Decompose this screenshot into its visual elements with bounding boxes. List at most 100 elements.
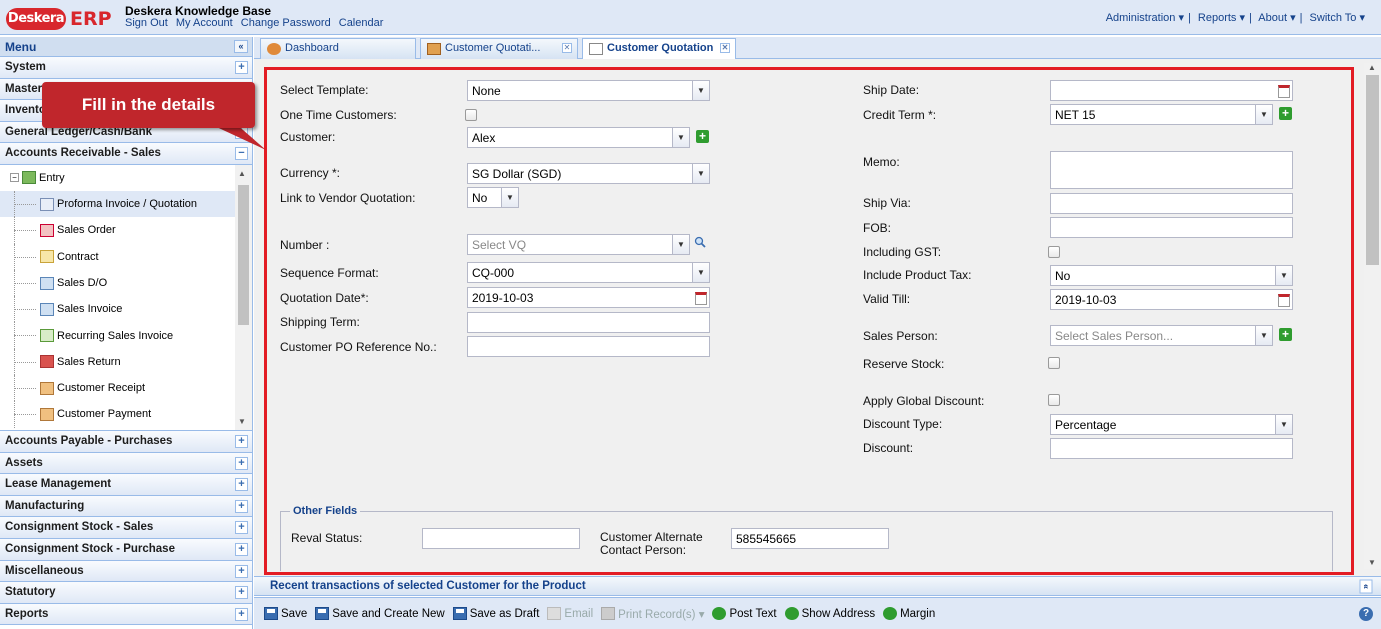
save-icon: [264, 607, 278, 620]
section-manufacturing[interactable]: Manufacturing +: [0, 495, 252, 518]
section-label: Reports: [5, 607, 49, 620]
tree-item-customer-receipt[interactable]: Customer Receipt: [0, 375, 252, 402]
expand-icon[interactable]: +: [235, 586, 248, 600]
tree-item-sales-do[interactable]: Sales D/O: [0, 269, 252, 297]
switch-to-menu[interactable]: Switch To ▾: [1310, 12, 1365, 24]
close-tab-icon[interactable]: ✕: [562, 43, 572, 53]
show-address-label: Show Address: [801, 607, 876, 620]
change-password-link[interactable]: Change Password: [241, 17, 331, 29]
sign-out-link[interactable]: Sign Out: [125, 17, 168, 29]
scroll-up-icon[interactable]: ▲: [1368, 63, 1376, 72]
proforma-icon: [40, 197, 54, 211]
section-system[interactable]: System +: [0, 57, 252, 79]
print-records-button[interactable]: Print Record(s) ▾: [601, 607, 704, 621]
administration-menu[interactable]: Administration ▾: [1106, 12, 1184, 24]
scroll-up-icon[interactable]: ▲: [238, 169, 246, 178]
about-menu[interactable]: About ▾: [1258, 12, 1295, 24]
tab-strip: Dashboard Customer Quotati... ✕ Customer…: [254, 37, 1381, 60]
expand-icon[interactable]: +: [235, 61, 248, 74]
app-title: Deskera Knowledge Base: [125, 4, 272, 18]
tab-customer-quotation-list[interactable]: Customer Quotati... ✕: [420, 38, 578, 59]
scroll-thumb[interactable]: [1366, 75, 1379, 265]
recurring-invoice-icon: [40, 329, 54, 343]
expand-icon[interactable]: +: [235, 456, 248, 470]
section-accounts-payable[interactable]: Accounts Payable - Purchases +: [0, 430, 252, 453]
tree-scrollbar[interactable]: ▲ ▼: [235, 164, 252, 430]
section-consignment-sales[interactable]: Consignment Stock - Sales +: [0, 517, 252, 539]
deskera-logo[interactable]: Deskera ERP: [6, 8, 114, 30]
section-label: Manufacturing: [5, 499, 85, 512]
my-account-link[interactable]: My Account: [176, 17, 233, 29]
tree-collapse-icon[interactable]: −: [10, 173, 19, 183]
sales-invoice-icon: [40, 302, 54, 316]
section-label: Statutory: [5, 586, 56, 599]
expand-icon[interactable]: +: [235, 607, 248, 621]
show-address-button[interactable]: Show Address: [784, 607, 876, 620]
tree-item-label: Customer Receipt: [57, 382, 146, 395]
post-text-button[interactable]: Post Text: [712, 607, 777, 620]
save-label: Save: [281, 607, 308, 620]
tab-customer-quotation[interactable]: Customer Quotation ✕: [582, 38, 736, 60]
scroll-down-icon[interactable]: ▼: [1368, 558, 1376, 567]
tab-label: Customer Quotati...: [445, 42, 541, 54]
add-circle-icon: [712, 607, 727, 620]
tree-item-sales-return[interactable]: Sales Return: [0, 348, 252, 376]
tree-item-customer-payment[interactable]: Customer Payment: [0, 401, 252, 428]
sales-return-icon: [40, 355, 54, 369]
close-tab-icon[interactable]: ✕: [720, 43, 730, 53]
collapse-sidebar-button[interactable]: «: [234, 40, 248, 53]
menu-header: Menu «: [0, 37, 252, 57]
tree-item-label: Sales D/O: [57, 277, 108, 289]
add-circle-icon: [784, 607, 799, 620]
expand-icon[interactable]: +: [235, 564, 248, 578]
section-consignment-purchase[interactable]: Consignment Stock - Purchase +: [0, 538, 252, 561]
expand-icon[interactable]: +: [235, 499, 248, 513]
save-button[interactable]: Save: [264, 607, 307, 620]
expand-up-icon[interactable]: «: [1359, 579, 1373, 594]
save-create-new-button[interactable]: Save and Create New: [315, 607, 445, 620]
section-statutory[interactable]: Statutory +: [0, 582, 252, 604]
document-icon: [589, 43, 603, 55]
tree-item-proforma-invoice[interactable]: Proforma Invoice / Quotation: [0, 190, 252, 218]
section-reports[interactable]: Reports +: [0, 603, 252, 626]
email-label: Email: [564, 607, 594, 620]
save-as-draft-button[interactable]: Save as Draft: [452, 607, 539, 620]
bottom-toolbar: Save Save and Create New Save as Draft E…: [254, 597, 1381, 629]
expand-icon[interactable]: +: [235, 521, 248, 535]
section-miscellaneous[interactable]: Miscellaneous +: [0, 560, 252, 583]
form-scrollbar[interactable]: ▲ ▼: [1364, 63, 1381, 569]
expand-icon[interactable]: +: [235, 542, 248, 556]
tree-item-sales-order[interactable]: Sales Order: [0, 217, 252, 244]
margin-button[interactable]: Margin: [883, 607, 935, 620]
tree-item-contract[interactable]: Contract: [0, 243, 252, 270]
section-label: Accounts Receivable - Sales: [5, 147, 161, 160]
tab-dashboard[interactable]: Dashboard: [260, 38, 416, 59]
section-label: Lease Management: [5, 478, 112, 491]
margin-label: Margin: [900, 607, 936, 620]
email-button[interactable]: Email: [547, 607, 593, 620]
section-assets[interactable]: Assets +: [0, 452, 252, 475]
tree-node-entry[interactable]: − Entry: [0, 165, 252, 191]
scroll-down-icon[interactable]: ▼: [238, 417, 246, 426]
tab-label: Dashboard: [285, 42, 339, 54]
recent-transactions-bar[interactable]: Recent transactions of selected Customer…: [254, 576, 1381, 596]
sales-order-icon: [40, 223, 54, 237]
expand-icon[interactable]: +: [235, 434, 248, 448]
tree-item-label: Recurring Sales Invoice: [57, 329, 174, 342]
quotation-list-icon: [427, 43, 441, 55]
help-icon[interactable]: ?: [1359, 607, 1373, 621]
app-header: Deskera ERP Deskera Knowledge Base Sign …: [0, 0, 1381, 35]
section-lease-management[interactable]: Lease Management +: [0, 474, 252, 496]
logo-brand: Deskera: [6, 8, 66, 30]
tree-item-recurring-sales-invoice[interactable]: Recurring Sales Invoice: [0, 322, 252, 349]
fill-details-callout: Fill in the details: [42, 82, 255, 128]
reports-menu[interactable]: Reports ▾: [1198, 12, 1245, 24]
tree-item-label: Proforma Invoice / Quotation: [57, 198, 198, 211]
scroll-thumb[interactable]: [238, 184, 249, 325]
print-records-label: Print Record(s) ▾: [618, 608, 705, 621]
calendar-link[interactable]: Calendar: [339, 17, 384, 29]
tree-item-sales-invoice[interactable]: Sales Invoice: [0, 296, 252, 323]
post-text-label: Post Text: [729, 607, 777, 620]
save-create-new-label: Save and Create New: [332, 607, 445, 620]
expand-icon[interactable]: +: [235, 478, 248, 492]
